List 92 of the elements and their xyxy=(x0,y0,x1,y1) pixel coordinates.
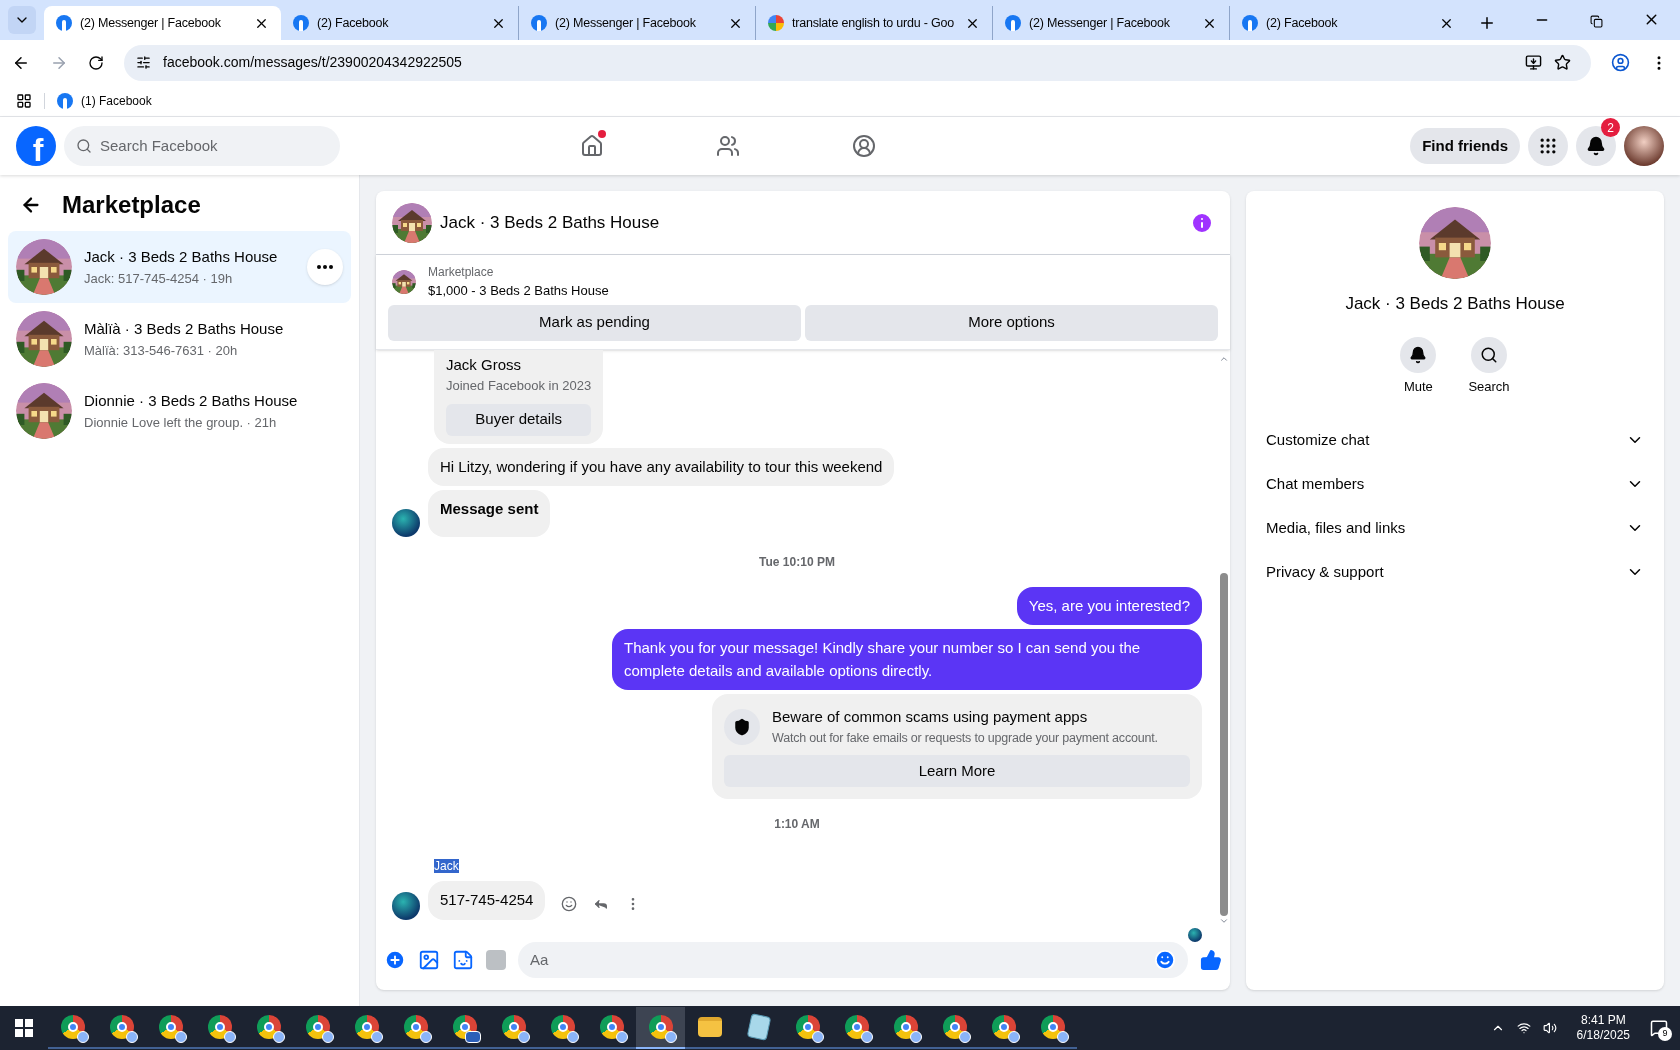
apps-icon[interactable] xyxy=(16,92,32,109)
message-input[interactable]: Aa xyxy=(518,942,1188,978)
details-section[interactable]: Privacy & support xyxy=(1254,552,1656,592)
profile-subtitle: Joined Facebook in 2023 xyxy=(446,377,592,395)
chat-title: Jack · 3 Beds 2 Baths House xyxy=(440,211,661,234)
tab-title: (2) Facebook xyxy=(317,14,390,32)
conversation-preview: Dionnie Love left the group. · 21h xyxy=(84,413,278,432)
message-bubble: Yes, are you interested? xyxy=(1016,586,1202,625)
conversation-item[interactable]: Jack · 3 Beds 2 Baths House Jack: 517-745-4254 · 19h xyxy=(8,231,351,303)
facebook-favicon-icon xyxy=(293,15,309,31)
tab-title: (2) Messenger | Facebook xyxy=(555,14,697,32)
address-bar[interactable]: facebook.com/messages/t/23900204342922505 xyxy=(124,44,1591,81)
message-bubble: Hi Litzy, wondering if you have any availability to tour this weekend xyxy=(428,447,895,486)
shield-icon xyxy=(724,708,760,745)
warning-title: Beware of common scams using payment apps xyxy=(772,707,1089,727)
google-favicon-icon xyxy=(768,15,784,31)
sidebar-title: Marketplace xyxy=(62,190,201,220)
new-tab-icon[interactable] xyxy=(1478,14,1496,32)
message-bubble: Message sent xyxy=(428,490,551,537)
facebook-favicon-icon xyxy=(531,15,547,31)
user-avatar xyxy=(1188,927,1202,942)
house-icon xyxy=(580,134,605,158)
conversation-preview: Jack: 517-745-4254 · 19h xyxy=(84,269,234,288)
conversation-item[interactable]: Màlïà · 3 Beds 2 Baths House Màlïà: 313-546-7631 · 20h xyxy=(8,303,351,375)
url-text: facebook.com/messages/t/23900204342922505 xyxy=(163,53,463,72)
facebook-logo[interactable]: f xyxy=(16,126,56,166)
search-icon xyxy=(76,138,92,154)
timestamp: Tue 10:10 PM xyxy=(759,553,835,571)
search-icon xyxy=(1480,345,1498,364)
network-icon[interactable] xyxy=(1516,1021,1531,1035)
tab-title: (2) Messenger | Facebook xyxy=(80,14,222,32)
buyer-details-button[interactable]: Buyer details xyxy=(446,403,592,436)
volume-icon[interactable] xyxy=(1542,1021,1557,1035)
bell-icon xyxy=(1409,345,1428,364)
facebook-favicon-icon xyxy=(57,92,73,109)
sender-name: Jack xyxy=(434,859,459,874)
photo-icon[interactable] xyxy=(418,949,440,971)
browser-tab[interactable]: (2) Messenger | Facebook xyxy=(44,6,281,40)
message-bubble: Thank you for your message! Kindly share your number so I can send you the complete details and available options directly. xyxy=(612,629,1202,690)
warning-text: Watch out for fake emails or requests to upgrade your payment account. xyxy=(772,729,1158,747)
tab-search-button[interactable] xyxy=(8,6,36,34)
search-field[interactable]: Search Facebook xyxy=(64,126,340,166)
dot-grid-icon xyxy=(1538,136,1558,156)
add-icon[interactable] xyxy=(384,949,406,971)
scrollbar-thumb[interactable] xyxy=(1220,573,1228,916)
notification-badge: 2 xyxy=(1601,118,1620,137)
tab-title: (2) Facebook xyxy=(1266,14,1339,32)
bookmark-star-icon[interactable] xyxy=(1554,54,1571,71)
listing-title: $1,000 - 3 Beds 2 Baths House xyxy=(428,282,609,300)
people-icon xyxy=(716,134,741,158)
conversation-title: Jack · 3 Beds 2 Baths House xyxy=(84,247,279,267)
sticker-icon[interactable] xyxy=(452,949,474,971)
conversation-title: Dionnie · 3 Beds 2 Baths House xyxy=(84,391,299,411)
bookmark[interactable]: (1) Facebook xyxy=(57,91,152,110)
ellipsis-icon xyxy=(317,265,333,269)
listing-label: Marketplace xyxy=(428,264,495,281)
profile-name: Jack Gross xyxy=(446,354,522,375)
react-icon[interactable] xyxy=(561,895,578,912)
conversation-item[interactable]: Dionnie · 3 Beds 2 Baths House Dionnie Love left the group. · 21h xyxy=(8,375,351,447)
install-icon[interactable] xyxy=(1525,54,1542,71)
learn-more-button[interactable]: Learn More xyxy=(724,755,1190,788)
details-title: Jack · 3 Beds 2 Baths House xyxy=(1345,293,1565,315)
facebook-favicon-icon xyxy=(1005,15,1021,31)
reload-icon[interactable] xyxy=(88,54,104,71)
timestamp: 1:10 AM xyxy=(774,816,820,834)
more-button[interactable] xyxy=(307,249,343,285)
conversation-preview: Màlïà: 313-546-7631 · 20h xyxy=(84,341,239,360)
site-info-icon[interactable] xyxy=(136,55,151,70)
find-friends-button[interactable]: Find friends xyxy=(1410,128,1520,164)
account-avatar[interactable] xyxy=(1624,126,1664,166)
emoji-icon[interactable] xyxy=(1154,949,1176,971)
clock-time: 8:41 PM xyxy=(1580,1013,1626,1028)
facebook-favicon-icon xyxy=(1242,15,1258,31)
details-section[interactable]: Customize chat xyxy=(1254,420,1656,460)
menu-button[interactable] xyxy=(1528,126,1568,166)
browser-tab[interactable]: (2) Facebook xyxy=(281,6,518,40)
details-section[interactable]: Chat members xyxy=(1254,464,1656,504)
listing-action-button[interactable]: More options xyxy=(805,304,1218,341)
conversation-title: Màlïà · 3 Beds 2 Baths House xyxy=(84,319,285,339)
details-section[interactable]: Media, files and links xyxy=(1254,508,1656,548)
person-circle-icon xyxy=(852,134,877,158)
clock-date: 6/18/2025 xyxy=(1576,1028,1630,1043)
browser-taskbar-icon[interactable] xyxy=(636,1007,685,1049)
listing-action-button[interactable]: Mark as pending xyxy=(388,304,801,341)
facebook-favicon-icon xyxy=(56,15,72,31)
like-icon[interactable] xyxy=(1200,949,1222,971)
profile-icon[interactable] xyxy=(1611,53,1630,72)
tab-title: translate english to urdu - Goo xyxy=(792,14,955,32)
restore-icon[interactable] xyxy=(1590,15,1603,28)
message-bubble: 517-745-4254 xyxy=(428,881,546,920)
tab-title: (2) Messenger | Facebook xyxy=(1029,14,1171,32)
bell-icon xyxy=(1586,136,1606,156)
